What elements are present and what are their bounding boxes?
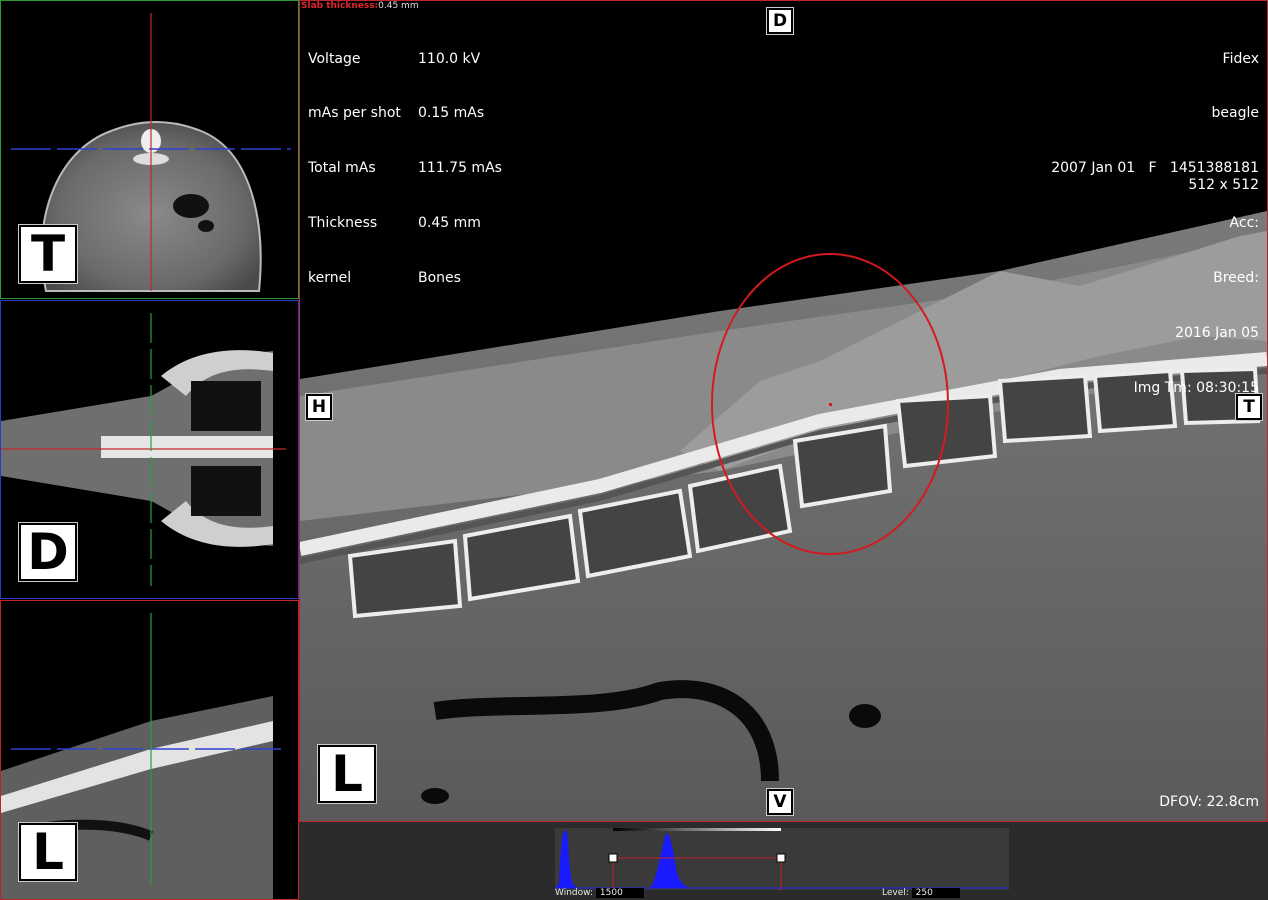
- orientation-left: H: [308, 396, 330, 418]
- view-label-axial: T: [21, 227, 75, 281]
- dfov: DFOV: 22.8cm: [1159, 794, 1259, 810]
- matrix-size: 512 x 512: [1188, 177, 1259, 193]
- histogram-graph: [555, 828, 1009, 890]
- study-date: 2016 Jan 05: [1175, 325, 1259, 342]
- axial-viewport[interactable]: T: [0, 0, 299, 299]
- patient-breed: Breed:: [1213, 270, 1259, 287]
- view-label-dorsal: D: [21, 525, 75, 579]
- acq-value-total-mas: 111.75 mAs: [418, 160, 502, 177]
- patient-acc: Acc:: [1229, 215, 1259, 232]
- orientation-right: T: [1238, 396, 1260, 418]
- patient-info: Fidex beagle 2007 Jan 01 F 1451388181 Ac…: [1051, 13, 1259, 434]
- level-value[interactable]: 250: [911, 888, 960, 898]
- lateral-viewport[interactable]: L: [0, 600, 299, 900]
- window-low-handle: [608, 853, 618, 863]
- level-readout: Level: 250: [882, 888, 960, 898]
- acquisition-keys: Voltage mAs per shot Total mAs Thickness…: [308, 13, 401, 324]
- window-high-handle: [776, 853, 786, 863]
- orientation-bottom: V: [769, 791, 791, 813]
- acq-key-voltage: Voltage: [308, 50, 361, 67]
- window-value[interactable]: 1500: [595, 888, 644, 898]
- acq-value-voltage: 110.0 kV: [418, 50, 481, 67]
- patient-name: Fidex: [1222, 50, 1259, 67]
- window-label: Window:: [555, 888, 594, 898]
- patient-birth-sex-id: 2007 Jan 01 F 1451388181: [1051, 160, 1259, 177]
- acq-value-kernel: Bones: [418, 270, 461, 287]
- acq-value-thickness: 0.45 mm: [418, 215, 481, 232]
- acq-key-thickness: Thickness: [308, 215, 378, 232]
- dorsal-viewport[interactable]: D: [0, 300, 299, 599]
- level-label: Level:: [882, 888, 909, 898]
- view-label-lateral: L: [21, 825, 75, 879]
- acq-key-total-mas: Total mAs: [308, 160, 376, 177]
- histogram[interactable]: [555, 828, 1009, 890]
- patient-breed-name: beagle: [1211, 105, 1259, 122]
- acq-key-kernel: kernel: [308, 270, 352, 287]
- acquisition-values: 110.0 kV 0.15 mAs 111.75 mAs 0.45 mm Bon…: [418, 13, 502, 324]
- image-time: Img Tm: 08:30:15: [1133, 379, 1259, 396]
- acq-key-mas-per-shot: mAs per shot: [308, 105, 401, 122]
- window-level-panel[interactable]: Window: 1500 Level: 250: [299, 822, 1268, 900]
- main-sagittal-viewport[interactable]: Slab thickness:0.45 mm Voltage mAs per s…: [299, 0, 1268, 822]
- acq-value-mas-per-shot: 0.15 mAs: [418, 105, 485, 122]
- view-label-main: L: [320, 747, 374, 801]
- orientation-top: D: [769, 10, 791, 32]
- slab-thickness: Slab thickness:0.45 mm: [301, 1, 419, 11]
- window-readout: Window: 1500: [555, 888, 644, 898]
